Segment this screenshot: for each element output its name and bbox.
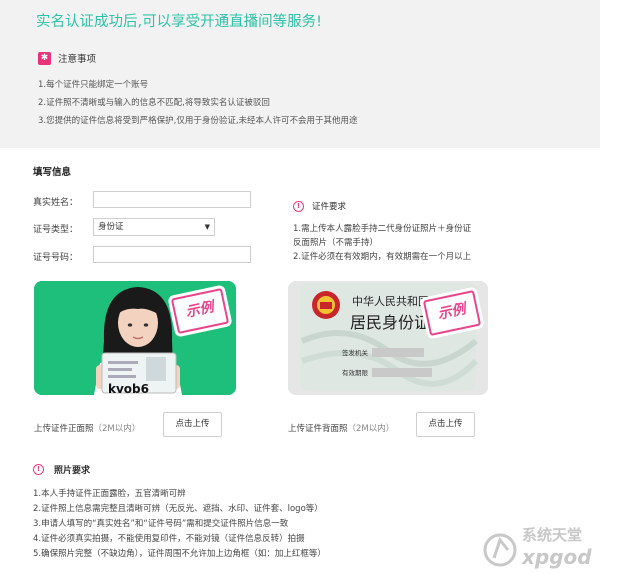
back-upload-button[interactable]: 点击上传 xyxy=(416,412,475,437)
real-name-label: 真实姓名： xyxy=(33,198,79,208)
photo-requirement-item: 3.申请人填写的“真实姓名”和“证件号码”需和提交证件照片信息一致 xyxy=(33,519,289,529)
page-headline: 实名认证成功后,可以享受开通直播间等服务! xyxy=(36,14,322,30)
section-title-fill-info: 填写信息 xyxy=(33,167,72,178)
card-country-text: 中华人民共和国 xyxy=(352,294,429,308)
exclamation-icon: ! xyxy=(293,200,304,212)
front-upload-label-text: 上传证件正面照 xyxy=(34,424,94,434)
notice-title: 注意事项 xyxy=(58,54,97,65)
id-type-label: 证号类型： xyxy=(33,225,79,235)
id-number-input[interactable] xyxy=(93,246,251,263)
id-type-value: 身份证 xyxy=(98,222,124,232)
notice-item: 2.证件照不清晰或与输入的信息不匹配,将导致实名认证被驳回 xyxy=(38,98,270,108)
back-sample-photo: 中华人民共和国 居民身份证 签发机关 有效期限 示例 xyxy=(288,281,488,395)
photo-requirements-title: 照片要求 xyxy=(54,466,91,476)
id-type-select[interactable]: 身份证 ▼ xyxy=(93,218,215,236)
photo-requirement-item: 4.证件必须真实拍摄，不能使用复印件，不能对镜（证件信息反转）拍摄 xyxy=(33,534,305,544)
front-sample-photo: kvob6 示例 xyxy=(34,281,236,395)
back-size-hint: （2M以内） xyxy=(347,424,395,434)
card-field-authority: 签发机关 xyxy=(342,348,369,357)
id-requirements-title-row: ! 证件要求 xyxy=(293,200,346,212)
front-upload-button[interactable]: 点击上传 xyxy=(163,412,222,437)
notice-title-row: ✱ 注意事项 xyxy=(38,51,96,65)
photo-requirement-item: 1.本人手持证件正面露脸，五官清晰可辨 xyxy=(33,489,186,499)
front-upload-label: 上传证件正面照（2M以内） xyxy=(34,422,140,434)
notice-item: 1.每个证件只能绑定一个账号 xyxy=(38,80,149,90)
exclamation-icon: ! xyxy=(33,464,44,475)
watermark-line2: xpgod xyxy=(521,545,592,569)
id-number-label: 证号号码： xyxy=(33,253,79,263)
id-requirement-item: 反面照片（不需手持） xyxy=(293,238,379,248)
caret-down-icon: ▼ xyxy=(204,223,210,231)
back-upload-label-text: 上传证件背面照 xyxy=(288,424,348,434)
watermark-line1: 系统天堂 xyxy=(522,526,582,544)
id-requirement-item: 2.证件必须在有效期内，有效期需在一个月以上 xyxy=(293,252,472,262)
card-overlay-text: kvob6 xyxy=(108,382,149,395)
site-watermark-logo: 系统天堂 xpgod xyxy=(483,526,592,569)
photo-requirements-title-row: ! 照片要求 xyxy=(33,463,90,476)
notice-item: 3.您提供的证件信息将受到严格保护,仅用于身份验证,未经本人许可不会用于其他用途 xyxy=(38,116,358,126)
photo-requirement-item: 5.确保照片完整（不缺边角），证件周围不允许加上边角框（如：加上红框等） xyxy=(33,549,326,559)
card-type-text: 居民身份证 xyxy=(350,313,430,332)
front-size-hint: （2M以内） xyxy=(93,424,141,434)
photo-requirement-item: 2.证件照上信息需完整且清晰可辨（无反光、遮挡、水印、证件套、logo等） xyxy=(33,504,323,514)
notice-panel: 实名认证成功后,可以享受开通直播间等服务! ✱ 注意事项 1.每个证件只能绑定一… xyxy=(0,0,600,148)
id-requirements-title: 证件要求 xyxy=(312,202,347,212)
id-requirement-item: 1.需上传本人露脸手持二代身份证照片＋身份证 xyxy=(293,224,472,234)
card-field-validity: 有效期限 xyxy=(342,368,369,377)
real-name-input[interactable] xyxy=(93,191,251,208)
back-upload-label: 上传证件背面照（2M以内） xyxy=(288,422,394,434)
asterisk-icon: ✱ xyxy=(38,51,51,65)
